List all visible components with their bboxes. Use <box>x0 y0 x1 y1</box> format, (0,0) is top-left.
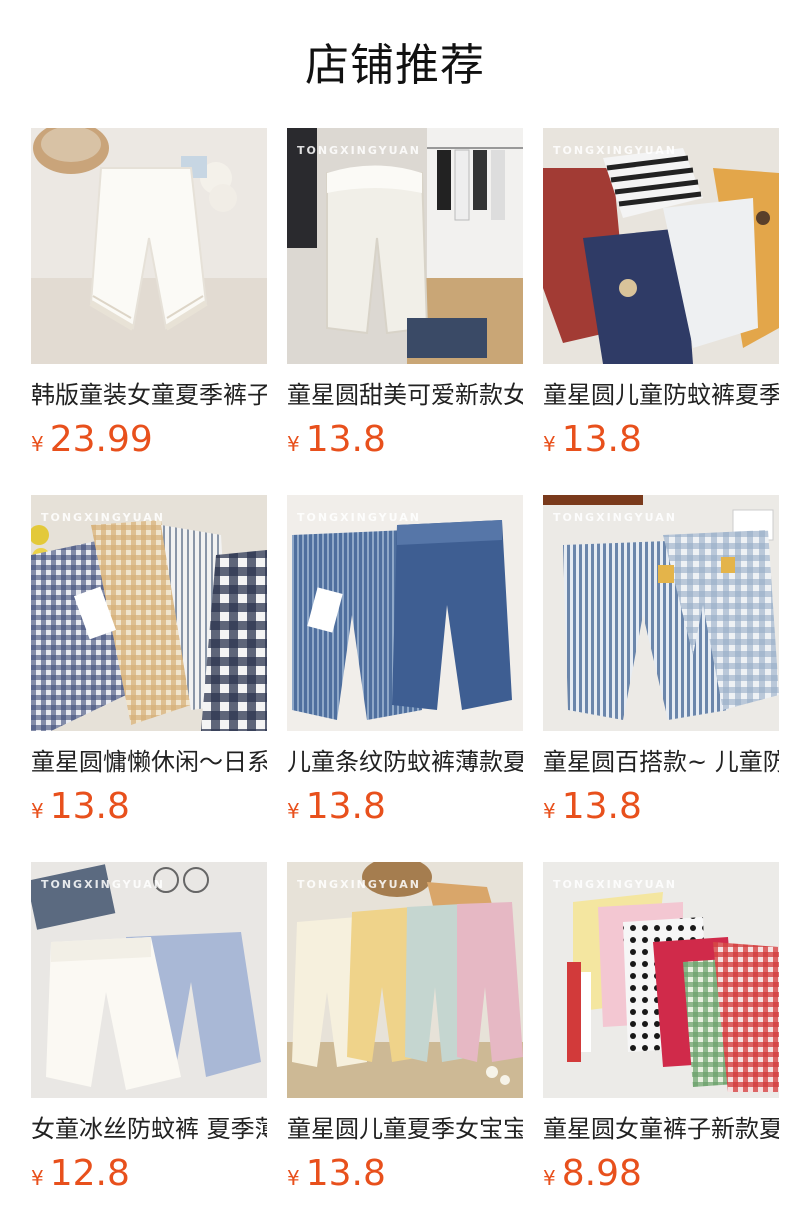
product-card[interactable]: TONGXINGYUAN 女童冰丝防蚊裤 夏季薄 ¥12.8 <box>31 862 267 1229</box>
product-card[interactable]: 韩版童装女童夏季裤子 ¥23.99 <box>31 128 267 495</box>
product-name[interactable]: 童星圆儿童防蚊裤夏季 <box>543 379 779 411</box>
product-price: ¥13.8 <box>287 419 523 461</box>
product-price: ¥13.8 <box>31 786 267 828</box>
product-image[interactable]: TONGXINGYUAN <box>287 128 523 364</box>
product-price: ¥8.98 <box>543 1153 779 1195</box>
product-price: ¥13.8 <box>543 786 779 828</box>
currency-symbol: ¥ <box>31 432 44 456</box>
product-name[interactable]: 童星圆儿童夏季女宝宝 <box>287 1113 523 1145</box>
currency-symbol: ¥ <box>287 432 300 456</box>
product-name[interactable]: 女童冰丝防蚊裤 夏季薄 <box>31 1113 267 1145</box>
page-title: 店铺推荐 <box>305 40 485 91</box>
product-image[interactable]: TONGXINGYUAN <box>543 862 779 1098</box>
product-image[interactable] <box>31 128 267 364</box>
currency-symbol: ¥ <box>543 799 556 823</box>
price-value: 13.8 <box>561 419 642 460</box>
product-image[interactable]: TONGXINGYUAN <box>31 495 267 731</box>
watermark: TONGXINGYUAN <box>41 511 165 524</box>
watermark: TONGXINGYUAN <box>553 878 677 891</box>
product-name[interactable]: 韩版童装女童夏季裤子 <box>31 379 267 411</box>
watermark: TONGXINGYUAN <box>297 144 421 157</box>
price-value: 13.8 <box>305 419 386 460</box>
watermark: TONGXINGYUAN <box>553 511 677 524</box>
price-value: 13.8 <box>561 786 642 827</box>
product-price: ¥13.8 <box>287 1153 523 1195</box>
product-card[interactable]: TONGXINGYUAN 童星圆百搭款~ 儿童防 ¥13.8 <box>543 495 779 862</box>
product-price: ¥13.8 <box>287 786 523 828</box>
product-card[interactable]: TONGXINGYUAN 童星圆甜美可爱新款女 ¥13.8 <box>287 128 523 495</box>
product-name[interactable]: 童星圆甜美可爱新款女 <box>287 379 523 411</box>
product-price: ¥23.99 <box>31 419 267 461</box>
product-image[interactable]: TONGXINGYUAN <box>543 128 779 364</box>
product-name[interactable]: 儿童条纹防蚊裤薄款夏 <box>287 746 523 778</box>
watermark: TONGXINGYUAN <box>41 878 165 891</box>
product-name[interactable]: 童星圆百搭款~ 儿童防 <box>543 746 779 778</box>
price-value: 12.8 <box>49 1153 130 1194</box>
price-value: 23.99 <box>49 419 153 460</box>
product-image[interactable]: TONGXINGYUAN <box>31 862 267 1098</box>
product-card[interactable]: TONGXINGYUAN 童星圆儿童夏季女宝宝 ¥13.8 <box>287 862 523 1229</box>
currency-symbol: ¥ <box>31 799 44 823</box>
product-image[interactable]: TONGXINGYUAN <box>287 495 523 731</box>
watermark: TONGXINGYUAN <box>297 511 421 524</box>
currency-symbol: ¥ <box>287 799 300 823</box>
currency-symbol: ¥ <box>543 1166 556 1190</box>
product-image[interactable]: TONGXINGYUAN <box>543 495 779 731</box>
product-card[interactable]: TONGXINGYUAN 童星圆慵懒休闲～日系 ¥13.8 <box>31 495 267 862</box>
product-card[interactable]: TONGXINGYUAN 儿童条纹防蚊裤薄款夏 ¥13.8 <box>287 495 523 862</box>
currency-symbol: ¥ <box>287 1166 300 1190</box>
product-card[interactable]: TONGXINGYUAN 童星圆儿童防蚊裤夏季 ¥13.8 <box>543 128 779 495</box>
product-grid: 韩版童装女童夏季裤子 ¥23.99 TONGXINGYUAN 童星圆甜美可爱新款… <box>31 128 790 1229</box>
price-value: 8.98 <box>561 1153 642 1194</box>
product-price: ¥12.8 <box>31 1153 267 1195</box>
product-price: ¥13.8 <box>543 419 779 461</box>
price-value: 13.8 <box>49 786 130 827</box>
product-name[interactable]: 童星圆女童裤子新款夏 <box>543 1113 779 1145</box>
price-value: 13.8 <box>305 1153 386 1194</box>
currency-symbol: ¥ <box>31 1166 44 1190</box>
product-card[interactable]: TONGXINGYUAN 童星圆女童裤子新款夏 ¥8.98 <box>543 862 779 1229</box>
watermark: TONGXINGYUAN <box>553 144 677 157</box>
product-image[interactable]: TONGXINGYUAN <box>287 862 523 1098</box>
product-name[interactable]: 童星圆慵懒休闲～日系 <box>31 746 267 778</box>
currency-symbol: ¥ <box>543 432 556 456</box>
price-value: 13.8 <box>305 786 386 827</box>
watermark: TONGXINGYUAN <box>297 878 421 891</box>
